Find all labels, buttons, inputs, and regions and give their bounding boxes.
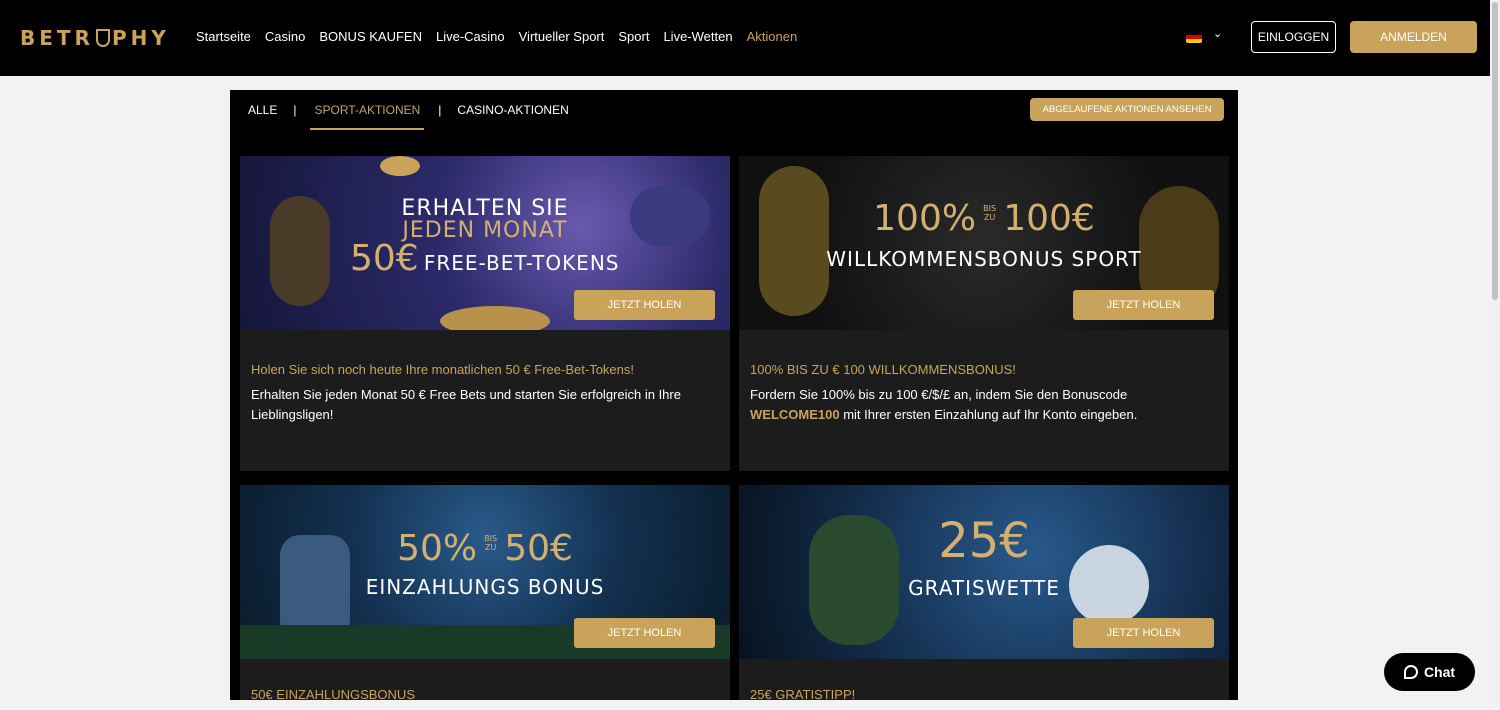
nav-live-wetten[interactable]: Live-Wetten <box>663 29 732 44</box>
banner-amount: 25€ <box>938 513 1030 569</box>
jetzt-holen-button[interactable]: JETZT HOLEN <box>574 618 715 648</box>
nav-virtueller-sport[interactable]: Virtueller Sport <box>519 29 605 44</box>
nav-aktionen[interactable]: Aktionen <box>747 29 798 44</box>
jetzt-holen-button[interactable]: JETZT HOLEN <box>574 290 715 320</box>
betrophy-logo[interactable]: BETR PHY <box>20 26 170 50</box>
promotions-panel: ALLE | SPORT-AKTIONEN | CASINO-AKTIONEN … <box>230 90 1238 702</box>
zu-text: ZU <box>484 543 497 552</box>
card-heading: 100% BIS ZU € 100 WILLKOMMENSBONUS! <box>750 362 1016 377</box>
tab-separator: | <box>438 103 442 117</box>
jetzt-holen-button[interactable]: JETZT HOLEN <box>1073 290 1214 320</box>
banner-line-3: 50€ FREE-BET-TOKENS <box>350 238 619 279</box>
trophy-icon <box>95 29 110 47</box>
coin-decoration <box>380 156 420 176</box>
jetzt-holen-button[interactable]: JETZT HOLEN <box>1073 618 1214 648</box>
expired-promotions-button[interactable]: ABGELAUFENE AKTIONEN ANSEHEN <box>1030 98 1224 121</box>
chat-button[interactable]: Chat <box>1384 653 1475 691</box>
coin-pile-decoration <box>440 306 550 330</box>
login-button[interactable]: EINLOGGEN <box>1251 21 1336 53</box>
promo-banner[interactable]: 50% BIS ZU 50€ EINZAHLUNGS BONUS JETZT HO… <box>240 485 730 659</box>
promotion-tabs: ALLE | SPORT-AKTIONEN | CASINO-AKTIONEN <box>246 102 571 130</box>
promo-card-welcome-bonus: 100% BIS ZU 100€ WILLKOMMENSBONUS SPORT J… <box>739 156 1229 471</box>
bis-zu-label: BIS ZU <box>983 204 996 222</box>
banner-percent: 100% <box>873 198 977 239</box>
card-body: 100% BIS ZU € 100 WILLKOMMENSBONUS! Ford… <box>750 362 1218 425</box>
description-text: Fordern Sie 100% bis zu 100 €/$/£ an, in… <box>750 387 1128 402</box>
nav-sport[interactable]: Sport <box>618 29 649 44</box>
card-body: 25€ GRATISTIPP! <box>750 687 1218 710</box>
tab-casino-aktionen[interactable]: CASINO-AKTIONEN <box>455 102 570 130</box>
card-description: Erhalten Sie jeden Monat 50 € Free Bets … <box>251 387 681 422</box>
chevron-down-icon[interactable]: ⌄ <box>1213 27 1222 40</box>
promo-banner[interactable]: ERHALTEN SIE JEDEN MONAT 50€ FREE-BET-TO… <box>240 156 730 330</box>
promo-banner[interactable]: 25€ GRATISWETTE JETZT HOLEN <box>739 485 1229 659</box>
page-scrollbar[interactable] <box>1490 0 1500 700</box>
zu-text: ZU <box>983 213 996 222</box>
bis-zu-label: BIS ZU <box>484 534 497 552</box>
banner-line-2: GRATISWETTE <box>908 576 1060 600</box>
scrollbar-thumb[interactable] <box>1492 2 1498 300</box>
card-heading: Holen Sie sich noch heute Ihre monatlich… <box>251 362 634 377</box>
nav-bonus-kaufen[interactable]: BONUS KAUFEN <box>319 29 422 44</box>
banner-amount: 50€ <box>350 238 419 279</box>
card-body: Holen Sie sich noch heute Ihre monatlich… <box>251 362 719 425</box>
description-text: mit Ihrer ersten Einzahlung auf Ihr Kont… <box>839 407 1138 422</box>
banner-text: FREE-BET-TOKENS <box>423 251 620 275</box>
promo-card-free-bet: 25€ GRATISWETTE JETZT HOLEN 25€ GRATISTI… <box>739 485 1229 702</box>
card-body: 50€ EINZAHLUNGSBONUS <box>251 687 719 710</box>
nav-casino[interactable]: Casino <box>265 29 305 44</box>
register-button[interactable]: ANMELDEN <box>1350 21 1477 53</box>
banner-line-1: 100% BIS ZU 100€ <box>739 198 1229 239</box>
bonus-code: WELCOME100 <box>750 407 840 422</box>
promo-banner[interactable]: 100% BIS ZU 100€ WILLKOMMENSBONUS SPORT J… <box>739 156 1229 330</box>
tab-separator: | <box>293 103 297 117</box>
chat-label: Chat <box>1423 664 1456 680</box>
banner-amount: 100€ <box>1003 198 1095 239</box>
card-description: Fordern Sie 100% bis zu 100 €/$/£ an, in… <box>750 385 1218 425</box>
main-nav: Startseite Casino BONUS KAUFEN Live-Casi… <box>196 29 797 44</box>
chat-bubble-icon <box>1403 665 1418 679</box>
nav-live-casino[interactable]: Live-Casino <box>436 29 505 44</box>
banner-line-2: EINZAHLUNGS BONUS <box>365 575 605 599</box>
german-flag-icon[interactable] <box>1186 31 1202 43</box>
bis-text: BIS <box>983 204 997 213</box>
nav-startseite[interactable]: Startseite <box>196 29 251 44</box>
banner-percent: 50% <box>397 528 478 569</box>
promo-card-deposit-bonus: 50% BIS ZU 50€ EINZAHLUNGS BONUS JETZT HO… <box>240 485 730 702</box>
banner-line-1: 50% BIS ZU 50€ <box>240 528 730 569</box>
tab-alle[interactable]: ALLE <box>246 102 279 130</box>
banner-line-2: WILLKOMMENSBONUS SPORT <box>826 247 1142 271</box>
bis-text: BIS <box>484 534 498 543</box>
promo-card-free-bet-tokens: ERHALTEN SIE JEDEN MONAT 50€ FREE-BET-TO… <box>240 156 730 471</box>
athlete-silhouette <box>759 166 829 316</box>
banner-amount: 50€ <box>504 528 573 569</box>
top-navigation-bar: BETR PHY Startseite Casino BONUS KAUFEN L… <box>0 0 1500 76</box>
tab-sport-aktionen[interactable]: SPORT-AKTIONEN <box>310 102 425 130</box>
